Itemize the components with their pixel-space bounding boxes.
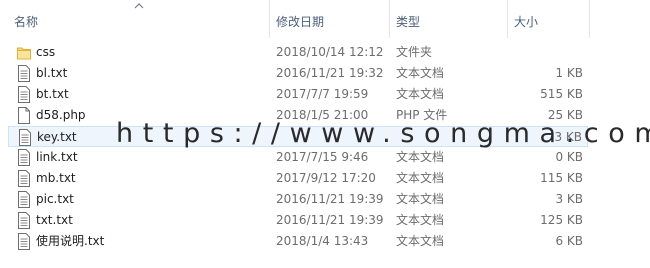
file-size: 1 KB [555,66,583,80]
file-name: bl.txt [36,66,68,80]
column-header-size[interactable]: 大小 [508,0,590,38]
file-name: bt.txt [36,87,69,101]
text-file-icon [18,212,30,229]
file-type: 文本文档 [396,234,445,248]
text-file-icon [18,65,30,82]
file-size: 515 KB [540,87,583,101]
file-size: 3 KB [555,192,583,206]
text-file-icon [18,149,30,166]
sort-ascending-icon [134,3,144,9]
file-row-css[interactable]: css 2018/10/14 12:12 文件夹 [8,42,588,63]
column-header-name-label: 名称 [14,15,39,29]
file-name: mb.txt [36,171,76,185]
column-header-bar: 名称 修改日期 类型 大小 [0,0,650,42]
file-row-bl[interactable]: bl.txt 2016/11/21 19:32 文本文档 1 KB [8,63,588,84]
file-date: 2017/7/7 19:59 [276,87,369,101]
column-header-size-label: 大小 [514,15,539,29]
file-date: 2016/11/21 19:32 [276,66,384,80]
file-name: d58.php [36,108,86,122]
text-file-icon [18,233,30,250]
file-row-readme[interactable]: 使用说明.txt 2018/1/4 13:43 文本文档 6 KB [8,231,588,252]
column-header-type-label: 类型 [396,15,421,29]
file-date: 2016/11/21 19:39 [276,213,384,227]
file-name: pic.txt [36,192,74,206]
file-type: 文本文档 [396,213,445,227]
file-type: 文本文档 [396,171,445,185]
file-name: key.txt [37,130,77,144]
column-header-type[interactable]: 类型 [390,0,508,38]
file-row-bt[interactable]: bt.txt 2017/7/7 19:59 文本文档 515 KB [8,84,588,105]
column-header-date-label: 修改日期 [276,15,325,29]
text-file-icon [19,129,31,146]
file-type: 文本文档 [396,192,445,206]
file-name: 使用说明.txt [36,234,105,248]
watermark-text: https://www.songma.com [116,118,650,149]
file-name: css [36,45,56,59]
file-name: txt.txt [36,213,73,227]
file-date: 2018/10/14 12:12 [276,45,384,59]
file-date: 2016/11/21 19:39 [276,192,384,206]
file-size: 115 KB [540,171,583,185]
file-size: 6 KB [555,234,583,248]
file-name: link.txt [36,150,78,164]
php-file-icon [18,107,30,124]
file-date: 2017/9/12 17:20 [276,171,376,185]
column-header-date[interactable]: 修改日期 [270,0,390,38]
file-row-mb[interactable]: mb.txt 2017/9/12 17:20 文本文档 115 KB [8,168,588,189]
file-type: 文件夹 [396,45,433,59]
file-type: 文本文档 [396,87,445,101]
file-size: 125 KB [540,213,583,227]
text-file-icon [18,86,30,103]
file-row-txt[interactable]: txt.txt 2016/11/21 19:39 文本文档 125 KB [8,210,588,231]
text-file-icon [18,170,30,187]
file-date: 2018/1/4 13:43 [276,234,369,248]
folder-icon [17,47,31,60]
file-type: 文本文档 [396,66,445,80]
text-file-icon [18,191,30,208]
file-row-pic[interactable]: pic.txt 2016/11/21 19:39 文本文档 3 KB [8,189,588,210]
